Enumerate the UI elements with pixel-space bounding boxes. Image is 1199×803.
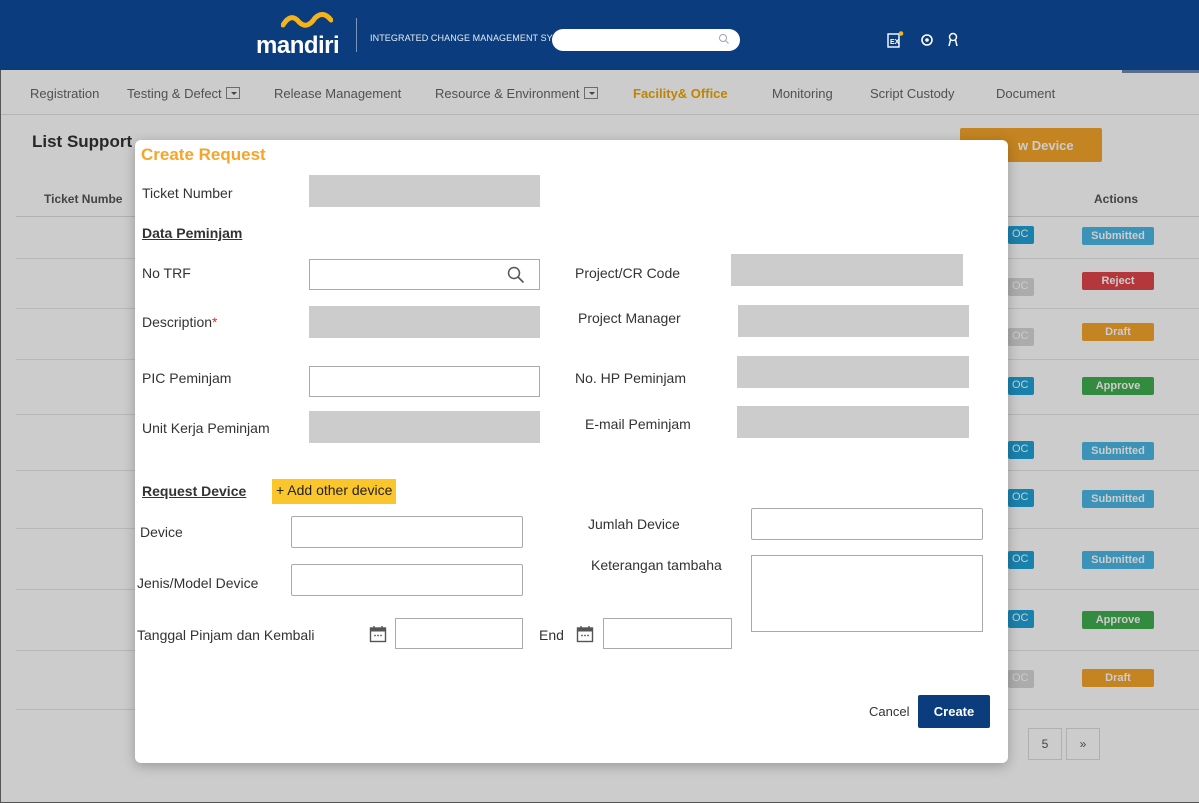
description-label: Description*	[142, 314, 217, 330]
jenis-model-device-label: Jenis/Model Device	[137, 575, 259, 591]
no-trf-input[interactable]	[309, 259, 540, 290]
create-button[interactable]: Create	[918, 695, 990, 728]
tanggal-pinjam-input[interactable]	[395, 618, 523, 649]
project-cr-code-field	[731, 254, 963, 286]
ex-report-icon[interactable]: EX	[886, 31, 904, 49]
global-search-input[interactable]	[552, 29, 740, 51]
end-date-label: End	[539, 627, 564, 643]
mandiri-logo[interactable]: mandiri	[252, 10, 352, 62]
no-trf-label: No TRF	[142, 265, 191, 281]
section-data-peminjam: Data Peminjam	[142, 225, 243, 241]
project-cr-code-label: Project/CR Code	[575, 265, 681, 281]
calendar-icon[interactable]	[576, 625, 594, 643]
ticket-number-label: Ticket Number	[142, 185, 233, 201]
add-other-device-button[interactable]: + Add other device	[272, 479, 397, 504]
end-date-input[interactable]	[603, 618, 732, 649]
device-label: Device	[140, 524, 183, 540]
header-divider	[356, 18, 357, 52]
project-manager-label: Project Manager	[578, 310, 681, 326]
email-peminjam-label: E-mail Peminjam	[585, 416, 691, 432]
keterangan-tambahan-textarea[interactable]	[751, 555, 983, 632]
unit-kerja-peminjam-label: Unit Kerja Peminjam	[142, 420, 270, 436]
settings-icon[interactable]	[918, 31, 936, 49]
search-icon[interactable]	[507, 266, 525, 284]
create-request-modal	[135, 140, 1008, 763]
email-peminjam-field	[737, 406, 969, 438]
search-icon[interactable]	[718, 33, 730, 45]
keterangan-tambahan-label: Keterangan tambaha	[591, 557, 722, 573]
app-header: mandiri INTEGRATED CHANGE MANAGEMENT SYS…	[0, 0, 1199, 70]
project-manager-field	[738, 305, 969, 337]
jumlah-device-select[interactable]	[751, 508, 983, 540]
no-hp-peminjam-field	[737, 356, 969, 388]
modal-title: Create Request	[141, 145, 266, 164]
jumlah-device-label: Jumlah Device	[588, 516, 680, 532]
description-field	[309, 306, 540, 338]
user-icon[interactable]	[944, 31, 962, 49]
logo-wave-icon	[281, 12, 333, 28]
device-select[interactable]	[291, 516, 523, 548]
system-title: INTEGRATED CHANGE MANAGEMENT SYSTEM	[370, 33, 579, 43]
tanggal-pinjam-label: Tanggal Pinjam dan Kembali	[137, 627, 315, 643]
calendar-icon[interactable]	[369, 625, 387, 643]
section-request-device: Request Device	[142, 483, 247, 499]
ticket-number-field	[309, 175, 540, 207]
no-hp-peminjam-label: No. HP Peminjam	[575, 370, 687, 386]
pic-peminjam-input[interactable]	[309, 366, 540, 397]
cancel-button[interactable]: Cancel	[869, 704, 909, 719]
jenis-model-device-select[interactable]	[291, 564, 523, 596]
description-label-text: Description	[142, 314, 213, 330]
required-mark: *	[212, 314, 218, 330]
logo-text: mandiri	[256, 32, 340, 59]
svg-text:EX: EX	[890, 39, 900, 46]
unit-kerja-peminjam-field	[309, 411, 540, 443]
pic-peminjam-label: PIC Peminjam	[142, 370, 232, 386]
